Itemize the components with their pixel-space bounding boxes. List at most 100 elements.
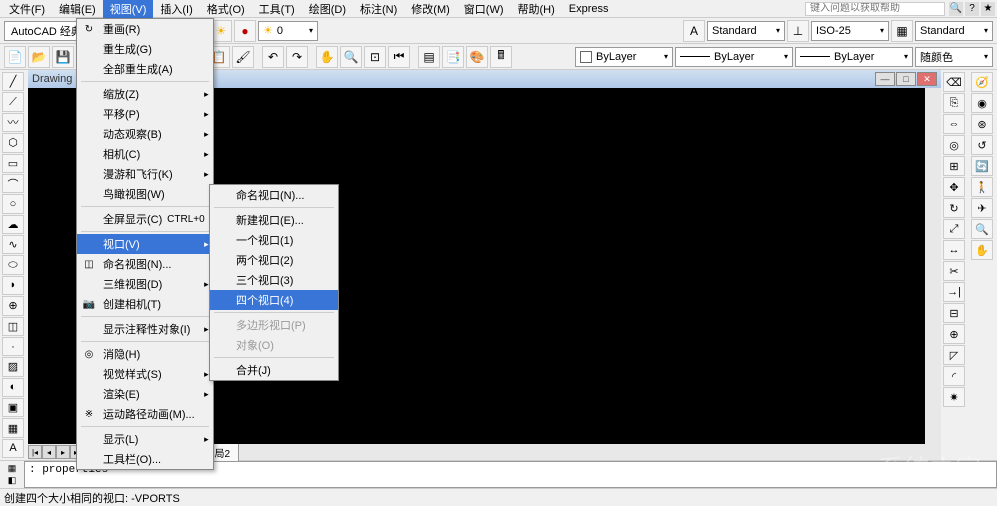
toolpalette-icon[interactable]: 🎨 [466, 46, 488, 68]
zoom2-icon[interactable]: 🔍 [971, 219, 993, 239]
minimize-button[interactable]: — [875, 72, 895, 86]
menu-item[interactable]: 全屏显示(C)CTRL+0 [77, 209, 213, 229]
explode-icon[interactable]: ✷ [943, 387, 965, 407]
menu-item[interactable]: 工具栏(O)... [77, 449, 213, 469]
free-orbit-icon[interactable]: ⊛ [971, 114, 993, 134]
fly-icon[interactable]: ✈ [971, 198, 993, 218]
zoomprev-icon[interactable]: ⏮ [388, 46, 410, 68]
tab-nav-first[interactable]: |◂ [28, 445, 42, 459]
revcloud-icon[interactable]: ☁ [2, 215, 24, 234]
menu-window[interactable]: 窗口(W) [457, 0, 511, 19]
menu-item[interactable]: 命名视口(N)... [210, 185, 338, 205]
menu-insert[interactable]: 插入(I) [153, 0, 199, 19]
calculator-icon[interactable]: 🖩 [490, 46, 512, 68]
menu-item[interactable]: 平移(P)▸ [77, 104, 213, 124]
gradient-icon[interactable]: ◐ [2, 378, 24, 397]
menu-item[interactable]: 缩放(Z)▸ [77, 84, 213, 104]
compass-icon[interactable]: 🧭 [971, 72, 993, 92]
menu-item[interactable]: 相机(C)▸ [77, 144, 213, 164]
dimstyle-icon[interactable]: ⊥ [787, 20, 809, 42]
dimstyle-dropdown[interactable]: ISO-25▾ [811, 21, 889, 41]
constrained-orbit-icon[interactable]: ◉ [971, 93, 993, 113]
layer-off-icon[interactable]: ● [234, 20, 256, 42]
pan-icon[interactable]: ✋ [316, 46, 338, 68]
ellipsearc-icon[interactable]: ◗ [2, 276, 24, 295]
xline-icon[interactable]: ⟋ [2, 92, 24, 111]
menu-modify[interactable]: 修改(M) [404, 0, 457, 19]
menu-express[interactable]: Express [562, 1, 616, 17]
menu-item[interactable]: 四个视口(4) [210, 290, 338, 310]
spline-icon[interactable]: ∿ [2, 235, 24, 254]
menu-item[interactable]: 渲染(E)▸ [77, 384, 213, 404]
menu-item[interactable]: 视口(V)▸ [77, 234, 213, 254]
textstyle-icon[interactable]: A [683, 20, 705, 42]
menu-file[interactable]: 文件(F) [2, 0, 52, 19]
scale-icon[interactable]: ⤢ [943, 219, 965, 239]
menu-help[interactable]: 帮助(H) [511, 0, 562, 19]
stretch-icon[interactable]: ↔ [943, 240, 965, 260]
prop-icon[interactable]: ▤ [418, 46, 440, 68]
insert-icon[interactable]: ⊕ [2, 296, 24, 315]
menu-item[interactable]: 动态观察(B)▸ [77, 124, 213, 144]
pline-icon[interactable]: 〰 [2, 113, 24, 132]
redo-icon[interactable]: ↷ [286, 46, 308, 68]
help-icon[interactable]: ? [965, 2, 979, 16]
line-icon[interactable]: ╱ [2, 72, 24, 91]
menu-item[interactable]: 漫游和飞行(K)▸ [77, 164, 213, 184]
menu-edit[interactable]: 编辑(E) [52, 0, 103, 19]
ellipse-icon[interactable]: ⬭ [2, 255, 24, 274]
region-icon[interactable]: ▣ [2, 398, 24, 417]
cont-orbit-icon[interactable]: ↺ [971, 135, 993, 155]
search-icon[interactable]: 🔍 [949, 2, 963, 16]
menu-item[interactable]: 显示(L)▸ [77, 429, 213, 449]
menu-item[interactable]: 视觉样式(S)▸ [77, 364, 213, 384]
tab-nav-prev[interactable]: ◂ [42, 445, 56, 459]
linetype-dropdown[interactable]: ByLayer▾ [675, 47, 793, 67]
zoomwindow-icon[interactable]: ⊡ [364, 46, 386, 68]
array-icon[interactable]: ⊞ [943, 156, 965, 176]
textstyle-dropdown[interactable]: Standard▾ [707, 21, 785, 41]
rectangle-icon[interactable]: ▭ [2, 154, 24, 173]
swivel-icon[interactable]: 🔄 [971, 156, 993, 176]
menu-format[interactable]: 格式(O) [200, 0, 252, 19]
walk-icon[interactable]: 🚶 [971, 177, 993, 197]
color-dropdown[interactable]: ByLayer▾ [575, 47, 673, 67]
menu-item[interactable]: 📷创建相机(T) [77, 294, 213, 314]
save-icon[interactable]: 💾 [52, 46, 74, 68]
menu-item[interactable]: ※运动路径动画(M)... [77, 404, 213, 424]
hatch-icon[interactable]: ▨ [2, 357, 24, 376]
tablestyle-dropdown[interactable]: Standard▾ [915, 21, 993, 41]
help-search-input[interactable] [805, 2, 945, 16]
open-icon[interactable]: 📂 [28, 46, 50, 68]
rotate-icon[interactable]: ↻ [943, 198, 965, 218]
mirror-icon[interactable]: ⇔ [943, 114, 965, 134]
vertical-scrollbar[interactable] [925, 88, 941, 444]
menu-item[interactable]: ↻重画(R) [77, 19, 213, 39]
block-icon[interactable]: ◫ [2, 317, 24, 336]
erase-icon[interactable]: ⌫ [943, 72, 965, 92]
plotstyle-dropdown[interactable]: 随颜色▾ [915, 47, 993, 67]
break-icon[interactable]: ⊟ [943, 303, 965, 323]
extend-icon[interactable]: →| [943, 282, 965, 302]
layer-dropdown[interactable]: ☀0▾ [258, 21, 318, 41]
undo-icon[interactable]: ↶ [262, 46, 284, 68]
table-icon[interactable]: ▦ [2, 418, 24, 437]
copyobj-icon[interactable]: ⎘ [943, 93, 965, 113]
menu-item[interactable]: ◫命名视图(N)... [77, 254, 213, 274]
tab-nav-next[interactable]: ▸ [56, 445, 70, 459]
pan2-icon[interactable]: ✋ [971, 240, 993, 260]
cmd-history-icon[interactable]: ◧ [8, 475, 17, 486]
menu-item[interactable]: 合并(J) [210, 360, 338, 380]
point-icon[interactable]: · [2, 337, 24, 356]
close-button[interactable]: ✕ [917, 72, 937, 86]
circle-icon[interactable]: ○ [2, 194, 24, 213]
trim-icon[interactable]: ✂ [943, 261, 965, 281]
menu-item[interactable]: 全部重生成(A) [77, 59, 213, 79]
lineweight-dropdown[interactable]: ByLayer▾ [795, 47, 913, 67]
fillet-icon[interactable]: ◜ [943, 366, 965, 386]
menu-view[interactable]: 视图(V) [103, 0, 154, 19]
star-icon[interactable]: ★ [981, 2, 995, 16]
new-icon[interactable]: 📄 [4, 46, 26, 68]
tablestyle-icon[interactable]: ▦ [891, 20, 913, 42]
menu-item[interactable]: 三维视图(D)▸ [77, 274, 213, 294]
